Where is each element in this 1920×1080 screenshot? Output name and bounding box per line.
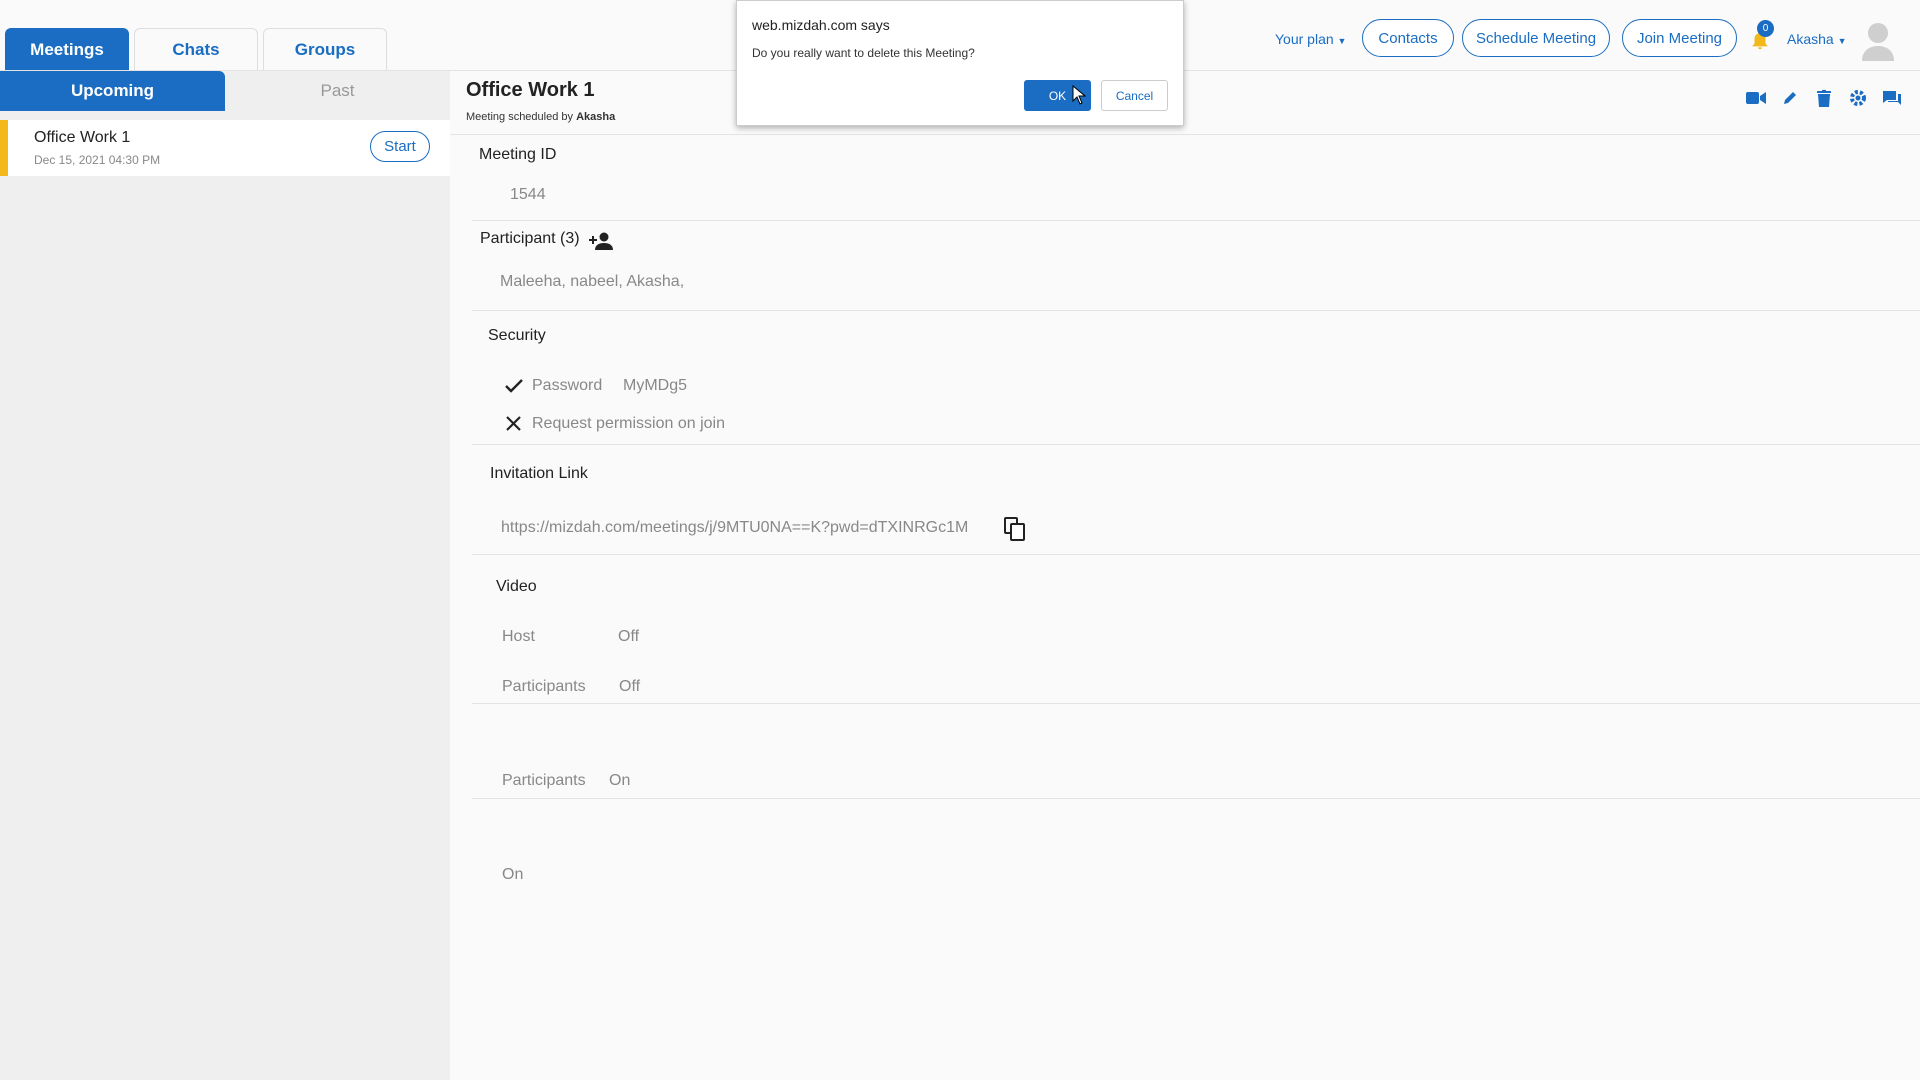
participants-label: Participant (3) [480, 230, 580, 247]
participants-video-label: Participants [502, 678, 586, 695]
close-x-icon [506, 416, 521, 431]
settings-gear-icon[interactable] [1847, 87, 1869, 109]
dialog-message: Do you really want to delete this Meetin… [752, 46, 975, 60]
scheduled-by-prefix: Meeting scheduled by [466, 111, 574, 123]
copy-icon[interactable] [1004, 517, 1026, 541]
participants-video-value: Off [619, 678, 641, 695]
confirm-delete-dialog: web.mizdah.com says Do you really want t… [736, 0, 1184, 126]
section-divider [472, 310, 1920, 311]
participants-list: Maleeha, nabeel, Akasha, [500, 273, 685, 290]
security-label: Security [488, 327, 546, 344]
host-video-value: Off [618, 628, 640, 645]
notification-count-badge: 0 [1757, 20, 1774, 37]
tab-upcoming[interactable]: Upcoming [0, 71, 225, 111]
meeting-actions [1745, 87, 1903, 109]
user-name-label: Akasha [1787, 31, 1834, 47]
caret-down-icon: ▼ [1837, 36, 1847, 46]
edit-pencil-icon[interactable] [1779, 87, 1801, 109]
password-value: MyMDg5 [623, 377, 688, 394]
dialog-title: web.mizdah.com says [752, 17, 890, 33]
invitation-link-value[interactable]: https://mizdah.com/meetings/j/9MTU0NA==K… [501, 519, 968, 537]
top-tabs: Meetings Chats Groups [5, 28, 387, 71]
dialog-cancel-button[interactable]: Cancel [1101, 80, 1168, 111]
section-divider [472, 703, 1920, 704]
tab-past[interactable]: Past [225, 71, 450, 111]
add-participant-icon[interactable] [589, 231, 613, 251]
your-plan-label: Your plan [1275, 31, 1334, 47]
section-divider [472, 798, 1920, 799]
section-divider [472, 220, 1920, 221]
participants-audio-value: On [609, 772, 631, 789]
start-meeting-button[interactable]: Start [370, 131, 430, 162]
meeting-item-date: Dec 15, 2021 04:30 PM [34, 153, 161, 167]
sidebar: Upcoming Past Office Work 1 Dec 15, 2021… [0, 71, 450, 1080]
user-menu[interactable]: Akasha ▼ [1787, 31, 1847, 47]
meeting-list-item[interactable]: Office Work 1 Dec 15, 2021 04:30 PM Star… [0, 120, 450, 176]
avatar[interactable] [1860, 21, 1896, 61]
your-plan-dropdown[interactable]: Your plan ▼ [1275, 31, 1346, 47]
scheduled-by-name: Akasha [576, 111, 616, 123]
password-label: Password [532, 377, 603, 394]
tab-chats[interactable]: Chats [134, 28, 258, 71]
check-icon [505, 379, 523, 393]
host-video-label: Host [502, 628, 535, 645]
participants-audio-label: Participants [502, 772, 586, 789]
join-meeting-button[interactable]: Join Meeting [1622, 19, 1737, 57]
schedule-meeting-button[interactable]: Schedule Meeting [1462, 19, 1610, 57]
chat-bubble-icon[interactable] [1881, 87, 1903, 109]
meeting-id-value: 1544 [510, 186, 546, 203]
meeting-id-label: Meeting ID [479, 146, 557, 163]
video-camera-icon[interactable] [1745, 87, 1767, 109]
section-divider [472, 444, 1920, 445]
video-label: Video [496, 578, 537, 595]
caret-down-icon: ▼ [1337, 36, 1347, 46]
meeting-filter-tabs: Upcoming Past [0, 71, 450, 111]
content-header-divider [450, 134, 1920, 135]
section-divider [472, 554, 1920, 555]
delete-trash-icon[interactable] [1813, 87, 1835, 109]
meeting-item-title: Office Work 1 [34, 129, 131, 146]
contacts-button[interactable]: Contacts [1362, 19, 1454, 57]
invitation-link-label: Invitation Link [490, 465, 588, 482]
extra-setting-value: On [502, 866, 524, 883]
meeting-title: Office Work 1 [466, 79, 595, 101]
mouse-pointer-icon [1072, 85, 1086, 105]
tab-groups[interactable]: Groups [263, 28, 387, 71]
scheduled-by-text: Meeting scheduled by Akasha [466, 111, 615, 123]
request-permission-text: Request permission on join [532, 415, 725, 432]
tab-meetings[interactable]: Meetings [5, 28, 129, 71]
